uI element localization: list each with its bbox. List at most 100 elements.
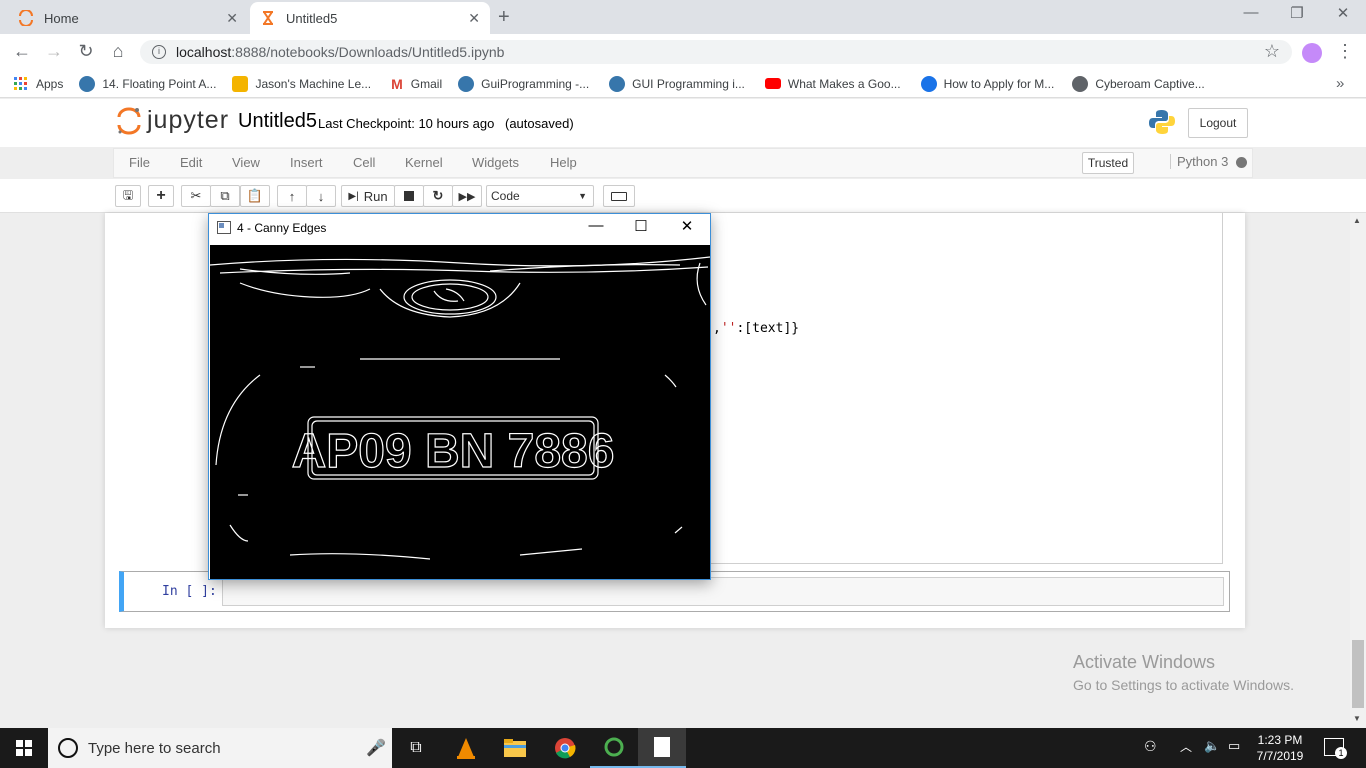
step-forward-icon: ▶| <box>348 190 359 202</box>
scroll-down-arrow-icon[interactable]: ▼ <box>1353 714 1361 723</box>
copy-button[interactable]: ⧉ <box>210 185 240 207</box>
logout-button[interactable]: Logout <box>1188 108 1248 138</box>
restart-run-all-button[interactable]: ▶▶ <box>452 185 482 207</box>
cut-button[interactable]: ✂ <box>181 185 211 207</box>
app-taskbar-icon[interactable] <box>590 728 638 768</box>
menu-cell[interactable]: Cell <box>353 155 375 170</box>
bookmark-item[interactable]: M Gmail <box>391 76 442 92</box>
chrome-taskbar-icon[interactable] <box>541 728 589 768</box>
file-explorer-taskbar-icon[interactable] <box>491 728 539 768</box>
volume-icon[interactable]: 🔈 <box>1204 738 1220 754</box>
bookmark-item[interactable]: What Makes a Goo... <box>764 77 901 91</box>
close-icon[interactable]: ✕ <box>226 10 238 27</box>
cell-type-select[interactable]: Code ▼ <box>486 185 594 207</box>
bookmark-item[interactable]: 14. Floating Point A... <box>79 75 216 92</box>
network-icon[interactable]: ▭ <box>1228 738 1240 754</box>
trusted-indicator[interactable]: Trusted <box>1082 152 1134 174</box>
menu-dots-icon[interactable]: ⋮ <box>1333 41 1357 62</box>
save-button[interactable]: 🖫 <box>115 185 141 207</box>
run-button[interactable]: ▶| Run <box>341 185 395 207</box>
bookmark-apps[interactable]: Apps <box>14 76 63 91</box>
profile-avatar[interactable] <box>1302 43 1322 63</box>
chevron-up-icon[interactable]: ︿ <box>1180 738 1192 755</box>
back-icon[interactable]: ← <box>10 41 34 62</box>
bookmark-label: Cyberoam Captive... <box>1095 76 1205 91</box>
kernel-name: Python 3 <box>1170 154 1228 169</box>
bookmarks-overflow-button[interactable]: » <box>1336 75 1344 92</box>
system-clock[interactable]: 1:23 PM 7/7/2019 <box>1248 732 1312 764</box>
bookmark-item[interactable]: Cyberoam Captive... <box>1072 75 1205 92</box>
notification-badge: 1 <box>1335 747 1347 759</box>
menu-edit[interactable]: Edit <box>180 155 202 170</box>
fast-forward-icon: ▶▶ <box>458 190 476 203</box>
menu-widgets[interactable]: Widgets <box>472 155 519 170</box>
info-icon: i <box>152 45 166 59</box>
tab-title: Home <box>44 10 79 26</box>
url-path: :8888/notebooks/Downloads/Untitled5.ipyn… <box>231 44 505 60</box>
output-text: , <box>713 321 721 336</box>
move-down-button[interactable]: ↓ <box>306 185 336 207</box>
address-bar[interactable]: i localhost:8888/notebooks/Downloads/Unt… <box>140 40 1292 64</box>
refresh-circle-icon <box>604 737 624 757</box>
globe-icon <box>1072 75 1089 92</box>
start-button[interactable] <box>0 728 48 768</box>
popup-minimize-button[interactable]: — <box>583 217 609 234</box>
restart-icon: ↻ <box>432 188 444 203</box>
popup-close-button[interactable]: ✕ <box>674 217 700 235</box>
jupyter-wordmark: jupyter <box>147 106 230 134</box>
taskbar-search[interactable]: Type here to search 🎤 <box>48 728 392 768</box>
scrollbar-thumb[interactable] <box>1352 640 1364 708</box>
code-cell-input[interactable] <box>222 577 1224 606</box>
menu-view[interactable]: View <box>232 155 260 170</box>
insert-cell-button[interactable]: + <box>148 185 174 207</box>
bookmark-item[interactable]: GuiProgramming -... <box>458 75 589 92</box>
popup-maximize-button[interactable]: ☐ <box>628 217 654 235</box>
notebook-name[interactable]: Untitled5 <box>238 110 317 133</box>
chrome-icon <box>555 738 576 759</box>
minimize-button[interactable]: — <box>1231 4 1271 21</box>
people-icon[interactable]: ⚇ <box>1144 738 1157 755</box>
scissors-icon: ✂ <box>190 188 202 203</box>
menu-help[interactable]: Help <box>550 155 577 170</box>
paste-button[interactable]: 📋 <box>240 185 270 207</box>
action-center-button[interactable]: 1 <box>1324 738 1347 759</box>
jupyter-logo-icon <box>117 107 141 134</box>
new-tab-button[interactable]: + <box>498 6 510 29</box>
home-icon[interactable]: ⌂ <box>106 41 130 62</box>
watermark-title: Activate Windows <box>1073 652 1216 672</box>
bookmark-item[interactable]: GUI Programming i... <box>609 75 745 92</box>
bookmark-item[interactable]: Jason's Machine Le... <box>232 75 371 92</box>
url-host: localhost <box>176 44 232 60</box>
plate-number-text: AP09 BN 7886 <box>292 425 615 478</box>
reload-icon[interactable]: ↻ <box>74 41 98 62</box>
close-icon[interactable]: ✕ <box>468 10 480 27</box>
move-up-button[interactable]: ↑ <box>277 185 307 207</box>
task-view-button[interactable]: ⧉ <box>392 728 440 768</box>
restart-button[interactable]: ↻ <box>423 185 453 207</box>
activate-windows-watermark: Activate Windows Go to Settings to activ… <box>1073 652 1294 693</box>
window-app-icon <box>217 221 231 234</box>
windows-logo-icon <box>16 740 32 756</box>
python-window-taskbar-icon[interactable] <box>638 728 686 768</box>
menu-kernel[interactable]: Kernel <box>405 155 443 170</box>
tab-untitled5[interactable]: Untitled5 ✕ <box>250 2 490 34</box>
close-window-button[interactable]: ✕ <box>1323 4 1363 22</box>
vlc-taskbar-icon[interactable] <box>442 728 490 768</box>
jupyter-tab-icon <box>19 10 33 26</box>
interrupt-button[interactable] <box>394 185 424 207</box>
scroll-up-arrow-icon[interactable]: ▲ <box>1353 216 1361 225</box>
bookmark-item[interactable]: How to Apply for M... <box>920 75 1054 92</box>
plus-icon: + <box>156 187 166 204</box>
bookmark-star-icon[interactable]: ☆ <box>1260 41 1284 62</box>
microphone-icon[interactable]: 🎤 <box>366 738 386 758</box>
menu-file[interactable]: File <box>129 155 150 170</box>
task-view-icon: ⧉ <box>410 739 422 756</box>
tab-home[interactable]: Home ✕ <box>8 2 248 34</box>
forward-icon[interactable]: → <box>42 41 66 62</box>
menu-insert[interactable]: Insert <box>290 155 323 170</box>
restore-button[interactable]: ❐ <box>1277 4 1317 22</box>
command-palette-button[interactable] <box>603 185 635 207</box>
jupyter-logo[interactable]: jupyter <box>117 106 229 135</box>
bookmark-label: GUI Programming i... <box>632 76 745 91</box>
window-title: 4 - Canny Edges <box>237 221 327 235</box>
